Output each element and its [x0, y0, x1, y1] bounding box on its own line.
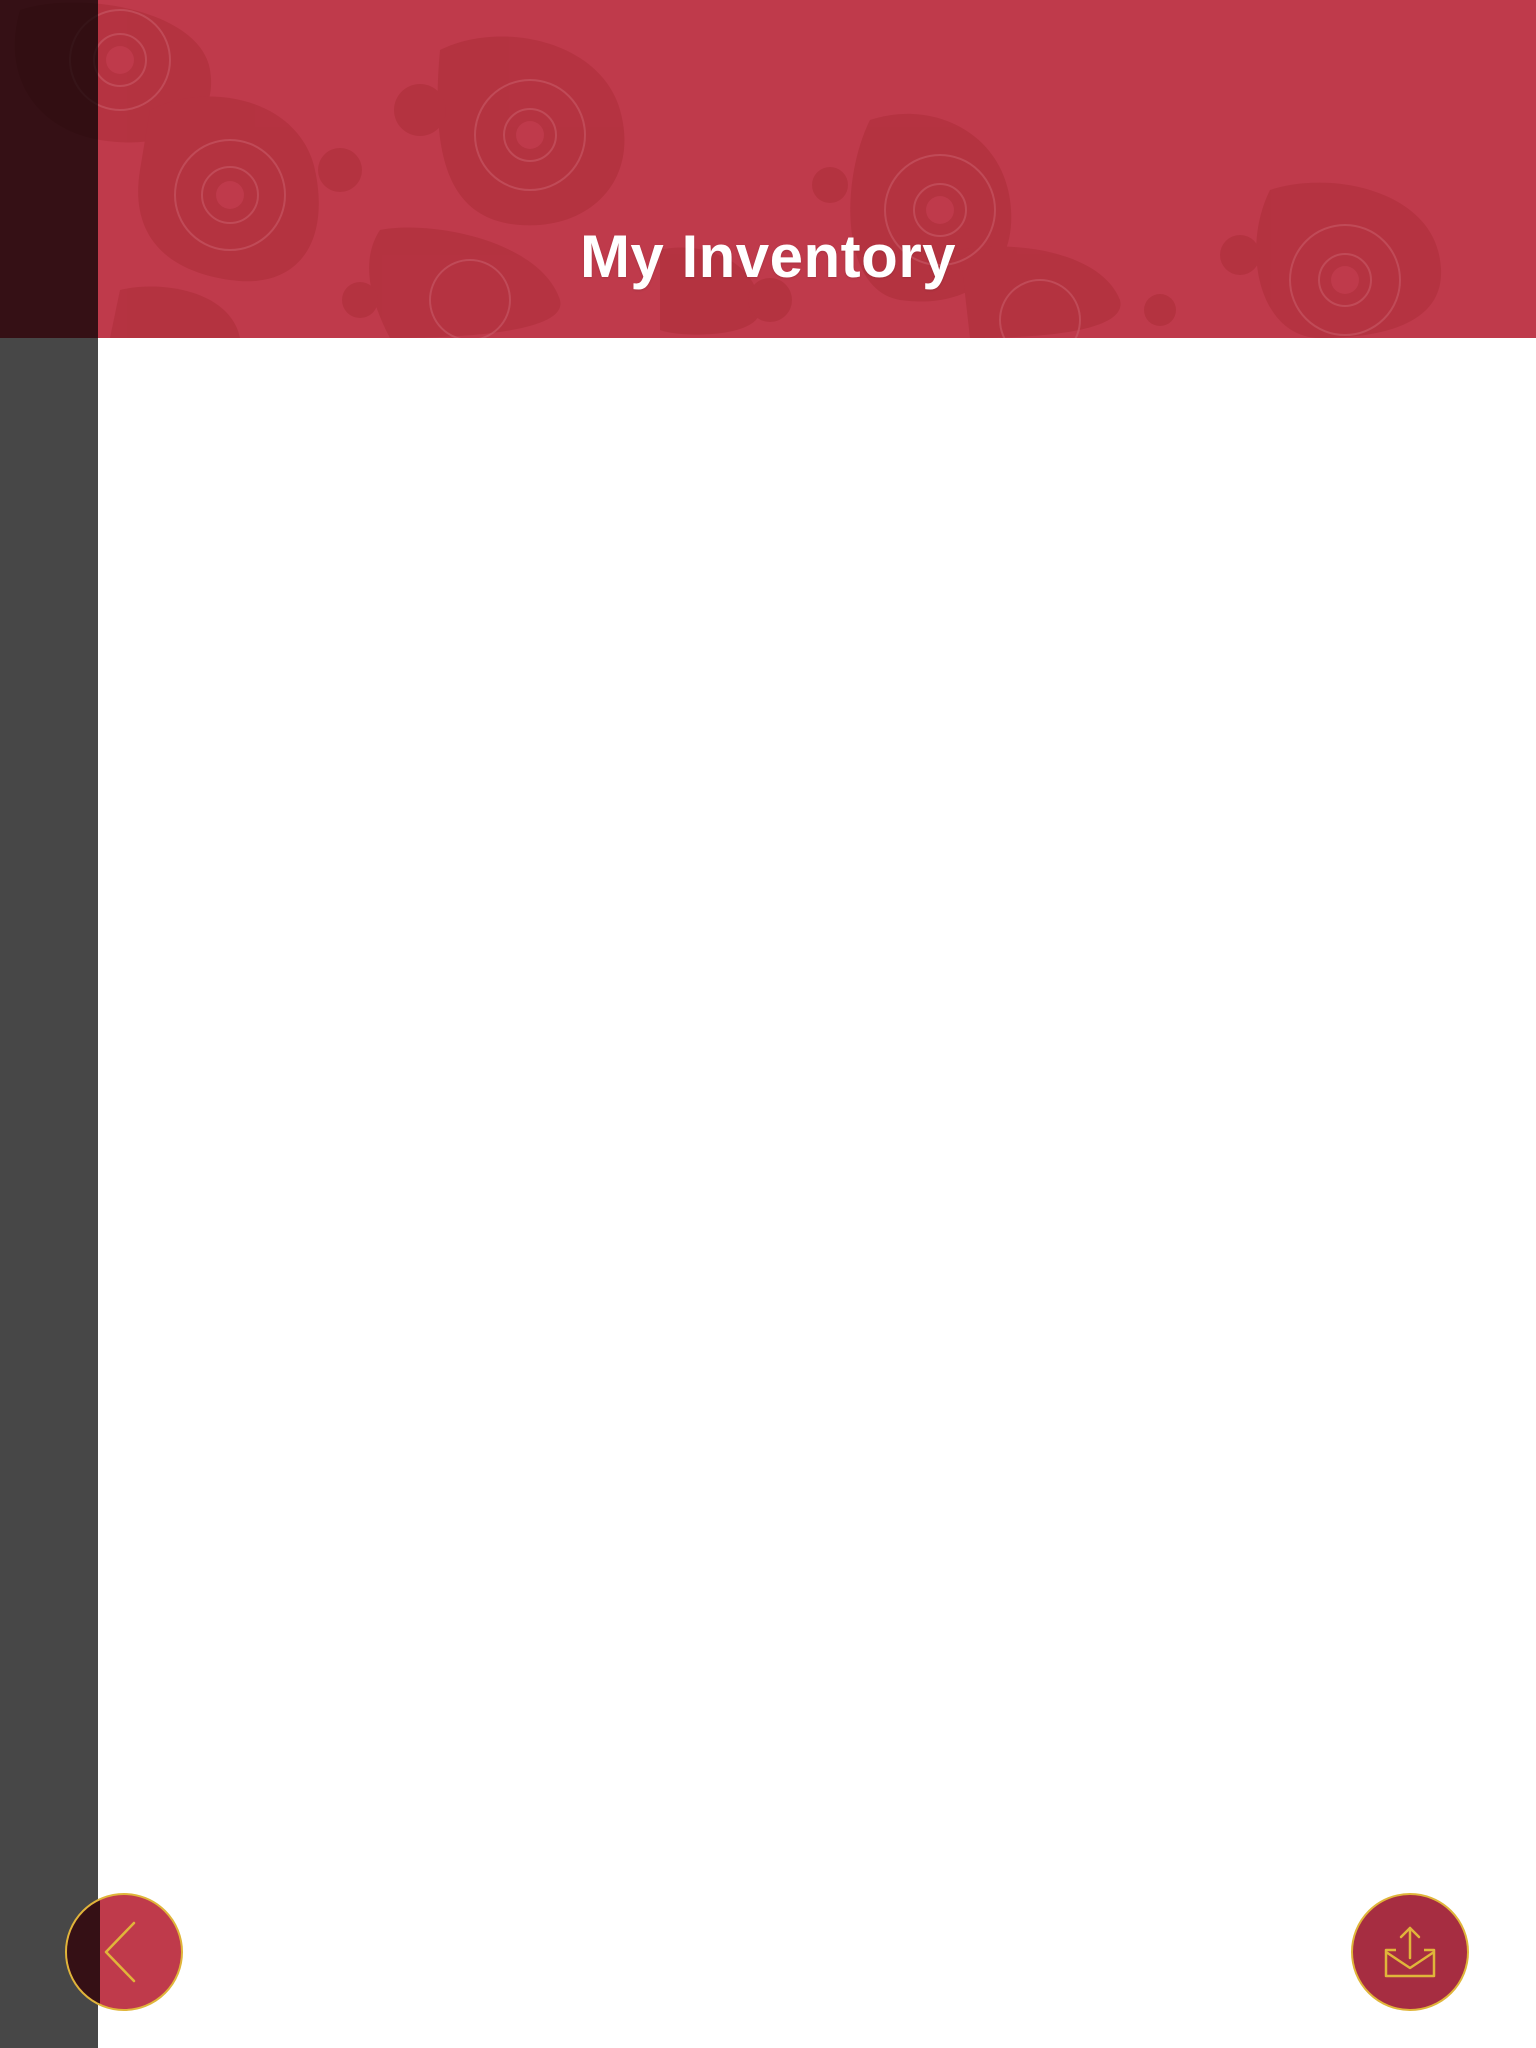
share-mail-icon [1384, 1926, 1436, 1978]
header: My Inventory [0, 0, 1536, 338]
page-title: My Inventory [579, 223, 957, 290]
share-button[interactable] [1351, 1893, 1469, 2011]
content-area [98, 338, 1536, 2048]
chevron-left-icon [104, 1921, 136, 1983]
back-button[interactable] [65, 1893, 183, 2011]
app-screen: My Inventory [0, 0, 1536, 2048]
side-panel-overlay[interactable] [0, 0, 98, 2048]
